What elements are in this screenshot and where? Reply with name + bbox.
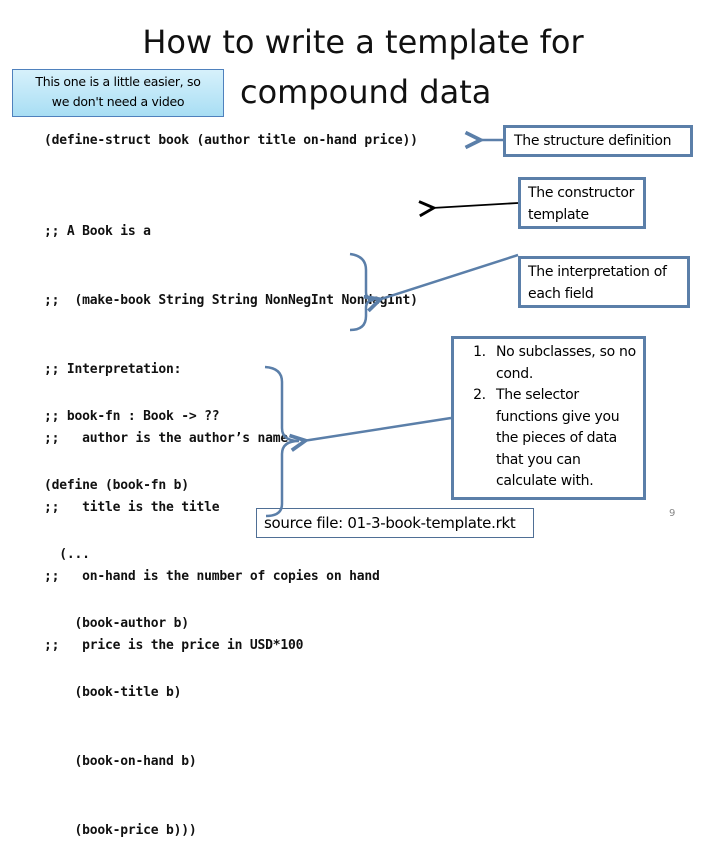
page-number: 9 — [669, 508, 676, 519]
callout-line: The interpretation of — [528, 264, 667, 280]
video-note-box: This one is a little easier, so we don't… — [12, 69, 224, 117]
video-note-line-1: This one is a little easier, so — [35, 74, 201, 89]
code-line: (book-title b) — [44, 685, 182, 700]
code-line: (define (book-fn b) — [44, 478, 189, 493]
function-template-code: ;; book-fn : Book -> ?? (define (book-fn… — [44, 359, 220, 865]
slide-title-line-1: How to write a template for — [142, 23, 584, 61]
callout-line: The constructor — [528, 185, 635, 201]
template-note-item: No subclasses, so no cond. — [490, 342, 637, 385]
structure-definition-callout: The structure definition — [503, 125, 693, 157]
template-notes-callout: No subclasses, so no cond. The selector … — [451, 336, 646, 500]
source-file-name: 01-3-book-template.rkt — [347, 514, 516, 532]
source-file-label: source file: — [264, 514, 348, 532]
constructor-template-arrow — [432, 203, 519, 208]
callout-line: template — [528, 207, 589, 223]
constructor-template-callout: The constructor template — [518, 177, 646, 229]
template-note-item: The selector functions give you the piec… — [490, 385, 637, 493]
video-note-line-2: we don't need a video — [51, 94, 185, 109]
code-line: ;; book-fn : Book -> ?? — [44, 409, 220, 424]
struct-definition-code: (define-struct book (author title on-han… — [44, 133, 418, 148]
interpretation-callout: The interpretation of each field — [518, 256, 690, 308]
code-line: (... — [44, 547, 90, 562]
code-line: (book-price b))) — [44, 823, 197, 838]
code-line: (book-on-hand b) — [44, 754, 197, 769]
code-line: ;; A Book is a — [44, 224, 151, 239]
code-line: ;; (make-book String String NonNegInt No… — [44, 293, 418, 308]
source-file-box: source file: 01-3-book-template.rkt — [256, 508, 534, 538]
slide-title-line-2-text: compound data — [240, 73, 492, 111]
template-notes-list: No subclasses, so no cond. The selector … — [460, 342, 637, 493]
callout-line: each field — [528, 286, 594, 302]
code-line: (book-author b) — [44, 616, 190, 631]
